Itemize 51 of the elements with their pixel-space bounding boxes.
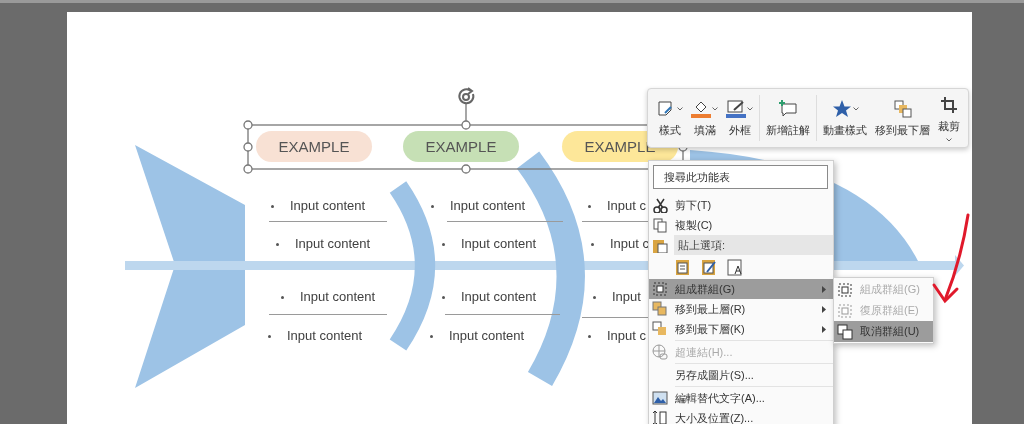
bullet-text: Input content <box>461 236 537 252</box>
pen-outline-icon <box>726 98 746 119</box>
bullet-text: Input c <box>610 236 650 252</box>
bullet-text: Input content <box>287 328 363 344</box>
bullet-text: Input content <box>290 198 366 214</box>
bullet-text: Input content <box>450 198 526 214</box>
menu-item[interactable]: 另存成圖片(S)... <box>649 365 833 385</box>
comment-add-icon <box>778 98 798 119</box>
crop-icon <box>939 94 959 115</box>
bullet-text: Input c <box>607 328 647 344</box>
toolbar-button[interactable]: 外框 <box>722 89 757 147</box>
layers-icon <box>892 98 913 119</box>
menu-item[interactable]: 複製(C) <box>649 215 833 235</box>
bullet-text: Input content <box>449 328 525 344</box>
copy-icon <box>652 217 668 233</box>
paste-merge-format-icon <box>701 258 717 276</box>
group-icon <box>652 281 668 297</box>
paste-keep-format-icon <box>675 258 691 276</box>
rotate-handle-icon[interactable] <box>458 87 475 105</box>
toolbar-button[interactable]: 裁剪 <box>934 89 964 147</box>
image-icon <box>652 390 668 406</box>
category-label: EXAMPLE <box>403 131 519 162</box>
globe-link-icon <box>652 344 668 360</box>
menu-item[interactable]: 移到最上層(R) <box>649 299 833 319</box>
search-field[interactable]: 搜尋此功能表 <box>653 165 828 189</box>
toolbar-button[interactable]: 移到最下層 <box>871 89 934 147</box>
paste-text-only-icon <box>727 258 743 276</box>
menu-item[interactable]: 組成群組(G) <box>649 279 833 299</box>
toolbar-button[interactable]: 填滿 <box>687 89 722 147</box>
bullet-text: Input <box>612 289 641 305</box>
send-back-icon <box>652 321 668 337</box>
scissors-icon <box>652 197 668 213</box>
bullet-text: Input content <box>300 289 376 305</box>
bullet-text: Input content <box>461 289 537 305</box>
toolbar-button[interactable]: 新增註解 <box>762 89 814 147</box>
ungroup-icon <box>837 323 853 340</box>
regroup-icon <box>837 302 853 319</box>
toolbar-button[interactable]: 動畫樣式 <box>819 89 871 147</box>
menu-item[interactable]: 大小及位置(Z)... <box>649 408 833 424</box>
category-label: EXAMPLE <box>256 131 372 162</box>
menu-item[interactable]: 移到最下層(K) <box>649 319 833 339</box>
group-icon <box>837 281 853 298</box>
star-icon <box>831 98 852 119</box>
clipboard-icon <box>652 237 668 253</box>
menu-item[interactable]: 剪下(T) <box>649 195 833 215</box>
menu-item[interactable]: 取消群組(U) <box>834 321 933 342</box>
bullet-text: Input content <box>295 236 371 252</box>
menu-item[interactable]: 編輯替代文字(A)... <box>649 388 833 408</box>
bring-front-icon <box>652 301 668 317</box>
menu-section-label: 貼上選項: <box>674 235 833 255</box>
bullet-text: Input c <box>607 198 647 214</box>
